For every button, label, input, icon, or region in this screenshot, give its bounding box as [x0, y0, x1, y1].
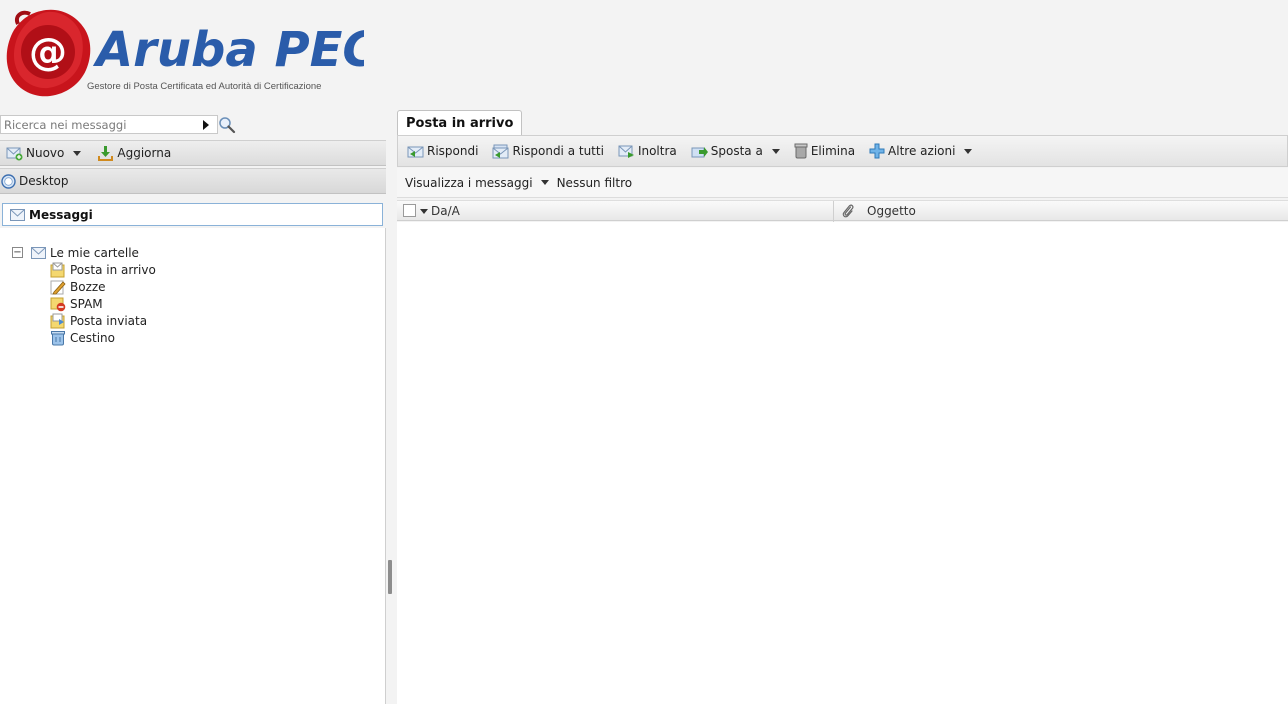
trash-bin-icon	[51, 330, 65, 345]
reply-icon	[407, 146, 424, 157]
refresh-download-icon	[98, 145, 114, 161]
trash-can-icon	[794, 143, 808, 159]
envelope-icon	[10, 208, 25, 221]
logo-tagline: Gestore di Posta Certificata ed Autorità…	[87, 81, 322, 92]
select-all-checkbox[interactable]	[403, 204, 416, 217]
search-icon[interactable]	[218, 116, 236, 134]
folder-label: Posta inviata	[70, 313, 148, 328]
filter-bar: Visualizza i messaggi Nessun filtro	[397, 168, 1288, 198]
move-to-button[interactable]: Sposta a	[688, 144, 791, 159]
new-button[interactable]: Nuovo	[0, 146, 87, 161]
envelope-icon	[31, 246, 46, 259]
more-actions-label: Altre azioni	[888, 144, 956, 158]
splitter-handle[interactable]	[388, 560, 392, 594]
forward-label: Inoltra	[637, 144, 677, 158]
refresh-button-label: Aggiorna	[117, 146, 172, 160]
collapse-minus-icon[interactable]: −	[12, 247, 23, 258]
folder-label: SPAM	[70, 296, 103, 311]
message-list[interactable]	[397, 222, 1288, 704]
forward-icon	[618, 145, 634, 158]
column-subject[interactable]: Oggetto	[867, 204, 916, 218]
tab-inbox[interactable]: Posta in arrivo	[397, 110, 523, 135]
view-messages-menu[interactable]: Visualizza i messaggi	[405, 176, 533, 190]
reply-all-icon	[492, 144, 509, 158]
no-filter-menu[interactable]: Nessun filtro	[557, 176, 633, 190]
more-actions-dropdown-arrow-icon[interactable]	[964, 148, 973, 154]
folder-item-inbox[interactable]: Posta in arrivo	[12, 261, 156, 278]
new-message-icon	[6, 147, 23, 160]
seal-icon: @	[6, 9, 91, 97]
column-from-to[interactable]: Da/A	[431, 204, 460, 218]
plus-icon	[869, 143, 885, 159]
delete-label: Elimina	[810, 144, 856, 158]
folder-item-drafts[interactable]: Bozze	[12, 278, 156, 295]
search-row	[0, 112, 386, 136]
select-dropdown-arrow-icon[interactable]	[420, 209, 428, 214]
messages-section-header[interactable]: Messaggi	[2, 203, 383, 226]
folder-tree: − Le mie cartelle Posta in arrivo Bozze …	[12, 244, 156, 346]
tab-strip: Posta in arrivo	[397, 108, 1288, 135]
app-window: @ Aruba PEC Gestore di Posta Certificata…	[0, 0, 1288, 704]
reply-all-button[interactable]: Rispondi a tutti	[489, 144, 614, 159]
attachment-paperclip-icon[interactable]	[841, 203, 855, 219]
desktop-label: Desktop	[19, 174, 69, 188]
logo-wordmark: Aruba PEC	[92, 22, 364, 78]
tab-inbox-label: Posta in arrivo	[406, 115, 514, 131]
search-options-arrow-icon[interactable]	[200, 118, 212, 131]
desktop-bar[interactable]: Desktop	[0, 168, 386, 194]
column-divider	[833, 201, 834, 222]
left-panel: Nuovo Aggiorna Desktop	[0, 108, 386, 704]
messages-label: Messaggi	[29, 207, 93, 222]
move-to-dropdown-arrow-icon[interactable]	[771, 148, 780, 154]
header: @ Aruba PEC Gestore di Posta Certificata…	[0, 0, 1288, 108]
left-toolbar: Nuovo Aggiorna	[0, 140, 386, 166]
reply-label: Rispondi	[427, 144, 479, 158]
folder-tree-panel: − Le mie cartelle Posta in arrivo Bozze …	[0, 228, 386, 704]
folder-item-sent[interactable]: Posta inviata	[12, 312, 156, 329]
folder-item-spam[interactable]: SPAM	[12, 295, 156, 312]
more-actions-button[interactable]: Altre azioni	[866, 143, 983, 159]
sent-folder-icon	[50, 313, 65, 328]
folder-root-label: Le mie cartelle	[50, 245, 139, 260]
move-folder-icon	[691, 146, 708, 157]
folder-root[interactable]: − Le mie cartelle	[12, 244, 156, 261]
action-toolbar: Rispondi Rispondi a tutti Inoltra Sposta…	[397, 135, 1288, 167]
delete-button[interactable]: Elimina	[791, 143, 866, 159]
svg-text:@: @	[29, 30, 67, 74]
forward-button[interactable]: Inoltra	[615, 144, 688, 159]
desktop-globe-icon	[1, 173, 16, 189]
desktop-button[interactable]: Desktop	[0, 173, 75, 189]
folder-label: Posta in arrivo	[70, 262, 156, 277]
refresh-button[interactable]: Aggiorna	[91, 145, 177, 162]
spam-folder-icon	[50, 297, 66, 311]
folder-item-trash[interactable]: Cestino	[12, 329, 156, 346]
message-list-header: Da/A Oggetto	[397, 200, 1288, 222]
move-to-label: Sposta a	[710, 144, 763, 158]
search-input[interactable]	[0, 115, 218, 134]
folder-label: Cestino	[70, 330, 115, 345]
inbox-folder-icon	[50, 262, 65, 277]
right-panel: Posta in arrivo Rispondi Rispondi a tutt…	[397, 108, 1288, 704]
view-messages-dropdown-arrow-icon[interactable]	[540, 180, 549, 185]
folder-label: Bozze	[70, 279, 106, 294]
new-dropdown-arrow-icon[interactable]	[73, 150, 82, 156]
reply-button[interactable]: Rispondi	[404, 144, 489, 159]
drafts-pencil-icon	[50, 280, 66, 294]
new-button-label: Nuovo	[26, 146, 65, 160]
reply-all-label: Rispondi a tutti	[512, 144, 604, 158]
